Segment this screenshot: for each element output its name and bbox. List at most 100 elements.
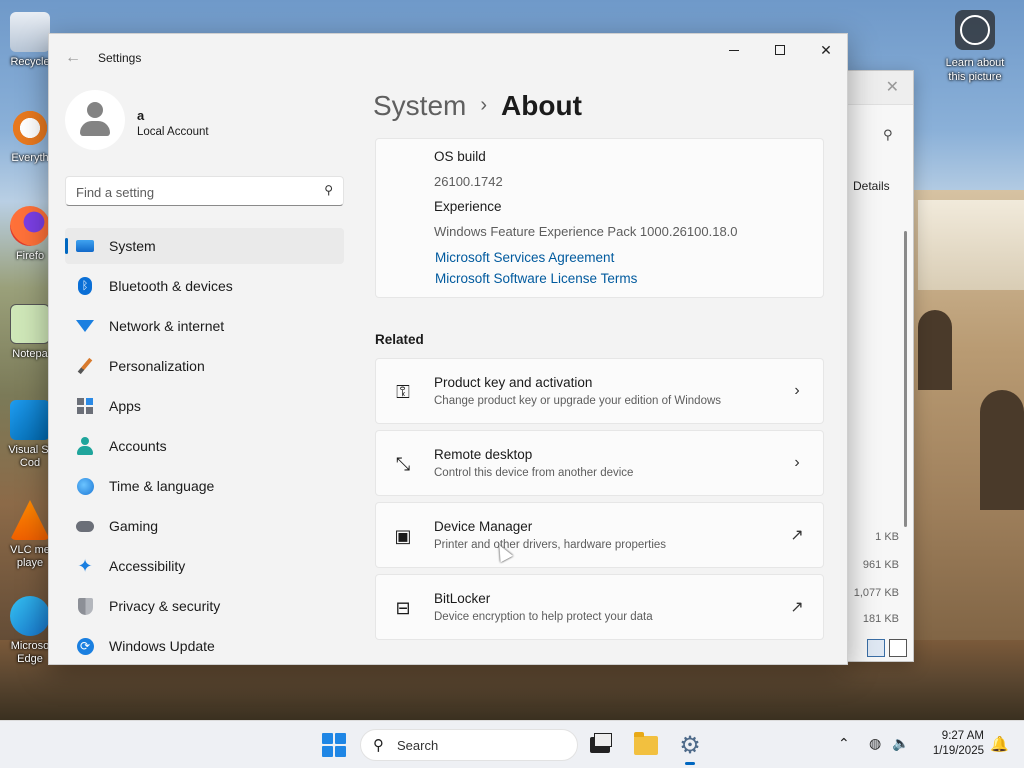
file-size: 1,077 KB bbox=[853, 587, 899, 599]
nav-label: Accounts bbox=[109, 438, 167, 454]
nav-label: System bbox=[109, 238, 156, 254]
nav-label: Windows Update bbox=[109, 638, 215, 654]
background-explorer-window[interactable]: ✕ ⚲ Details 1 KB 961 KB 1,077 KB 181 KB bbox=[846, 70, 914, 662]
details-button[interactable]: Details bbox=[853, 179, 890, 193]
details-view-icon[interactable] bbox=[867, 639, 885, 657]
maximize-button[interactable] bbox=[757, 34, 803, 66]
globe-clock-icon bbox=[76, 477, 94, 495]
settings-taskbar-button[interactable]: ⚙ bbox=[674, 729, 706, 765]
maximize-icon bbox=[775, 45, 785, 55]
desktop-icon-label: Everyth bbox=[11, 152, 49, 164]
nav-item-gaming[interactable]: Gaming bbox=[65, 508, 344, 544]
desktop-icon-label: Recycle bbox=[10, 56, 50, 68]
taskbar-search[interactable]: ⚲ Search bbox=[360, 729, 578, 761]
search-icon: ⚲ bbox=[324, 183, 333, 197]
file-size: 181 KB bbox=[862, 613, 899, 623]
windows-specifications-card: OS build 26100.1742 Experience Windows F… bbox=[375, 138, 824, 298]
vscode-icon bbox=[10, 400, 50, 440]
brush-icon bbox=[76, 357, 94, 375]
nav-label: Apps bbox=[109, 398, 141, 414]
scrollbar[interactable] bbox=[904, 231, 907, 527]
learn-about-picture[interactable]: Learn about this picture bbox=[940, 10, 1010, 84]
minimize-button[interactable] bbox=[711, 34, 757, 66]
window-title: Settings bbox=[98, 51, 142, 65]
remote-desktop-item[interactable]: ⤡ Remote desktop Control this device fro… bbox=[375, 430, 824, 496]
nav-item-personalization[interactable]: Personalization bbox=[65, 348, 344, 384]
gear-icon: ⚙ bbox=[679, 731, 701, 759]
update-icon: ⟳ bbox=[76, 637, 94, 655]
nav-item-time-language[interactable]: Time & language bbox=[65, 468, 344, 504]
file-size: 1 KB bbox=[875, 531, 899, 543]
recycle-bin-icon bbox=[10, 12, 50, 52]
tiles-view-icon[interactable] bbox=[889, 639, 907, 657]
task-view-button[interactable] bbox=[584, 729, 616, 761]
nav-label: Accessibility bbox=[109, 558, 186, 574]
monitor-icon bbox=[76, 237, 94, 255]
find-setting-search[interactable]: ⚲ bbox=[65, 176, 344, 206]
vlc-cone-icon bbox=[10, 500, 50, 540]
nav-item-system[interactable]: System bbox=[65, 228, 344, 264]
explorer-titlebar: ✕ bbox=[847, 71, 913, 105]
nav-item-network[interactable]: Network & internet bbox=[65, 308, 344, 344]
search-icon: ⚲ bbox=[373, 737, 384, 754]
volume-icon[interactable]: 🔈 bbox=[892, 735, 909, 752]
nav-label: Gaming bbox=[109, 518, 159, 534]
folder-icon bbox=[634, 731, 658, 755]
time: 9:27 AM bbox=[941, 730, 984, 742]
search-input[interactable] bbox=[76, 183, 306, 201]
firefox-icon bbox=[10, 206, 50, 246]
nav-label: Network & internet bbox=[109, 318, 225, 334]
nav-item-accessibility[interactable]: ✦ Accessibility bbox=[65, 548, 344, 584]
notepad-icon bbox=[10, 304, 50, 344]
related-item-subtitle: Printer and other drivers, hardware prop… bbox=[434, 539, 667, 551]
nav-item-windows-update[interactable]: ⟳ Windows Update bbox=[65, 628, 344, 664]
file-size: 961 KB bbox=[862, 559, 899, 571]
network-globe-icon[interactable]: ◍ bbox=[869, 735, 881, 752]
open-external-icon: ↗ bbox=[790, 599, 804, 616]
camera-info-icon bbox=[955, 10, 995, 50]
accessibility-icon: ✦ bbox=[77, 555, 93, 576]
close-button[interactable]: ✕ bbox=[803, 34, 847, 66]
os-build-value: 26100.1742 bbox=[434, 174, 503, 189]
bitlocker-item[interactable]: ⊟ BitLocker Device encryption to help pr… bbox=[375, 574, 824, 640]
back-arrow-icon[interactable]: ← bbox=[63, 48, 83, 68]
nav-label: Personalization bbox=[109, 358, 205, 374]
date: 1/19/2025 bbox=[932, 745, 984, 757]
close-icon: ✕ bbox=[820, 41, 832, 58]
chevron-right-icon: › bbox=[794, 454, 800, 471]
notifications-icon[interactable]: 🔔 bbox=[990, 735, 1009, 753]
clock[interactable]: 9:27 AM 1/19/2025 bbox=[920, 729, 984, 759]
device-manager-item[interactable]: ▣ Device Manager Printer and other drive… bbox=[375, 502, 824, 568]
remote-desktop-icon: ⤡ bbox=[395, 453, 411, 474]
nav-label: Bluetooth & devices bbox=[109, 278, 233, 294]
chevron-up-icon[interactable]: ⌃ bbox=[838, 735, 850, 752]
wifi-icon bbox=[76, 317, 94, 335]
breadcrumb-parent[interactable]: System bbox=[373, 90, 466, 121]
breadcrumb: System › About bbox=[373, 90, 582, 122]
search-icon[interactable]: ⚲ bbox=[883, 127, 893, 143]
wallpaper-arch bbox=[980, 390, 1024, 510]
services-agreement-link[interactable]: Microsoft Services Agreement bbox=[435, 250, 614, 265]
view-buttons bbox=[867, 639, 907, 657]
settings-nav: System ᛒ Bluetooth & devices Network & i… bbox=[65, 228, 344, 664]
experience-value: Windows Feature Experience Pack 1000.261… bbox=[434, 224, 738, 239]
title-bar: ← Settings ✕ bbox=[49, 34, 847, 82]
start-button[interactable] bbox=[322, 733, 346, 757]
key-icon: ⚿ bbox=[396, 381, 410, 402]
product-key-activation-item[interactable]: ⚿ Product key and activation Change prod… bbox=[375, 358, 824, 424]
license-terms-link[interactable]: Microsoft Software License Terms bbox=[435, 271, 637, 286]
settings-window: ← Settings ✕ a Local Account ⚲ System ᛒ … bbox=[48, 33, 848, 665]
taskbar: ⚲ Search ⚙ ⌃ ◍ 🔈 9:27 AM 1/19/2025 🔔 bbox=[0, 720, 1024, 768]
nav-item-accounts[interactable]: Accounts bbox=[65, 428, 344, 464]
os-build-label: OS build bbox=[434, 149, 486, 164]
related-item-title: BitLocker bbox=[434, 591, 491, 606]
experience-label: Experience bbox=[434, 199, 502, 214]
windows-logo-icon bbox=[322, 733, 333, 744]
nav-item-apps[interactable]: Apps bbox=[65, 388, 344, 424]
learn-about-picture-label: Learn about this picture bbox=[945, 57, 1005, 83]
file-explorer-button[interactable] bbox=[630, 729, 662, 761]
nav-item-privacy[interactable]: Privacy & security bbox=[65, 588, 344, 624]
close-icon[interactable]: ✕ bbox=[886, 77, 899, 97]
desktop-icon-label: Notepa bbox=[12, 348, 48, 360]
nav-item-bluetooth[interactable]: ᛒ Bluetooth & devices bbox=[65, 268, 344, 304]
